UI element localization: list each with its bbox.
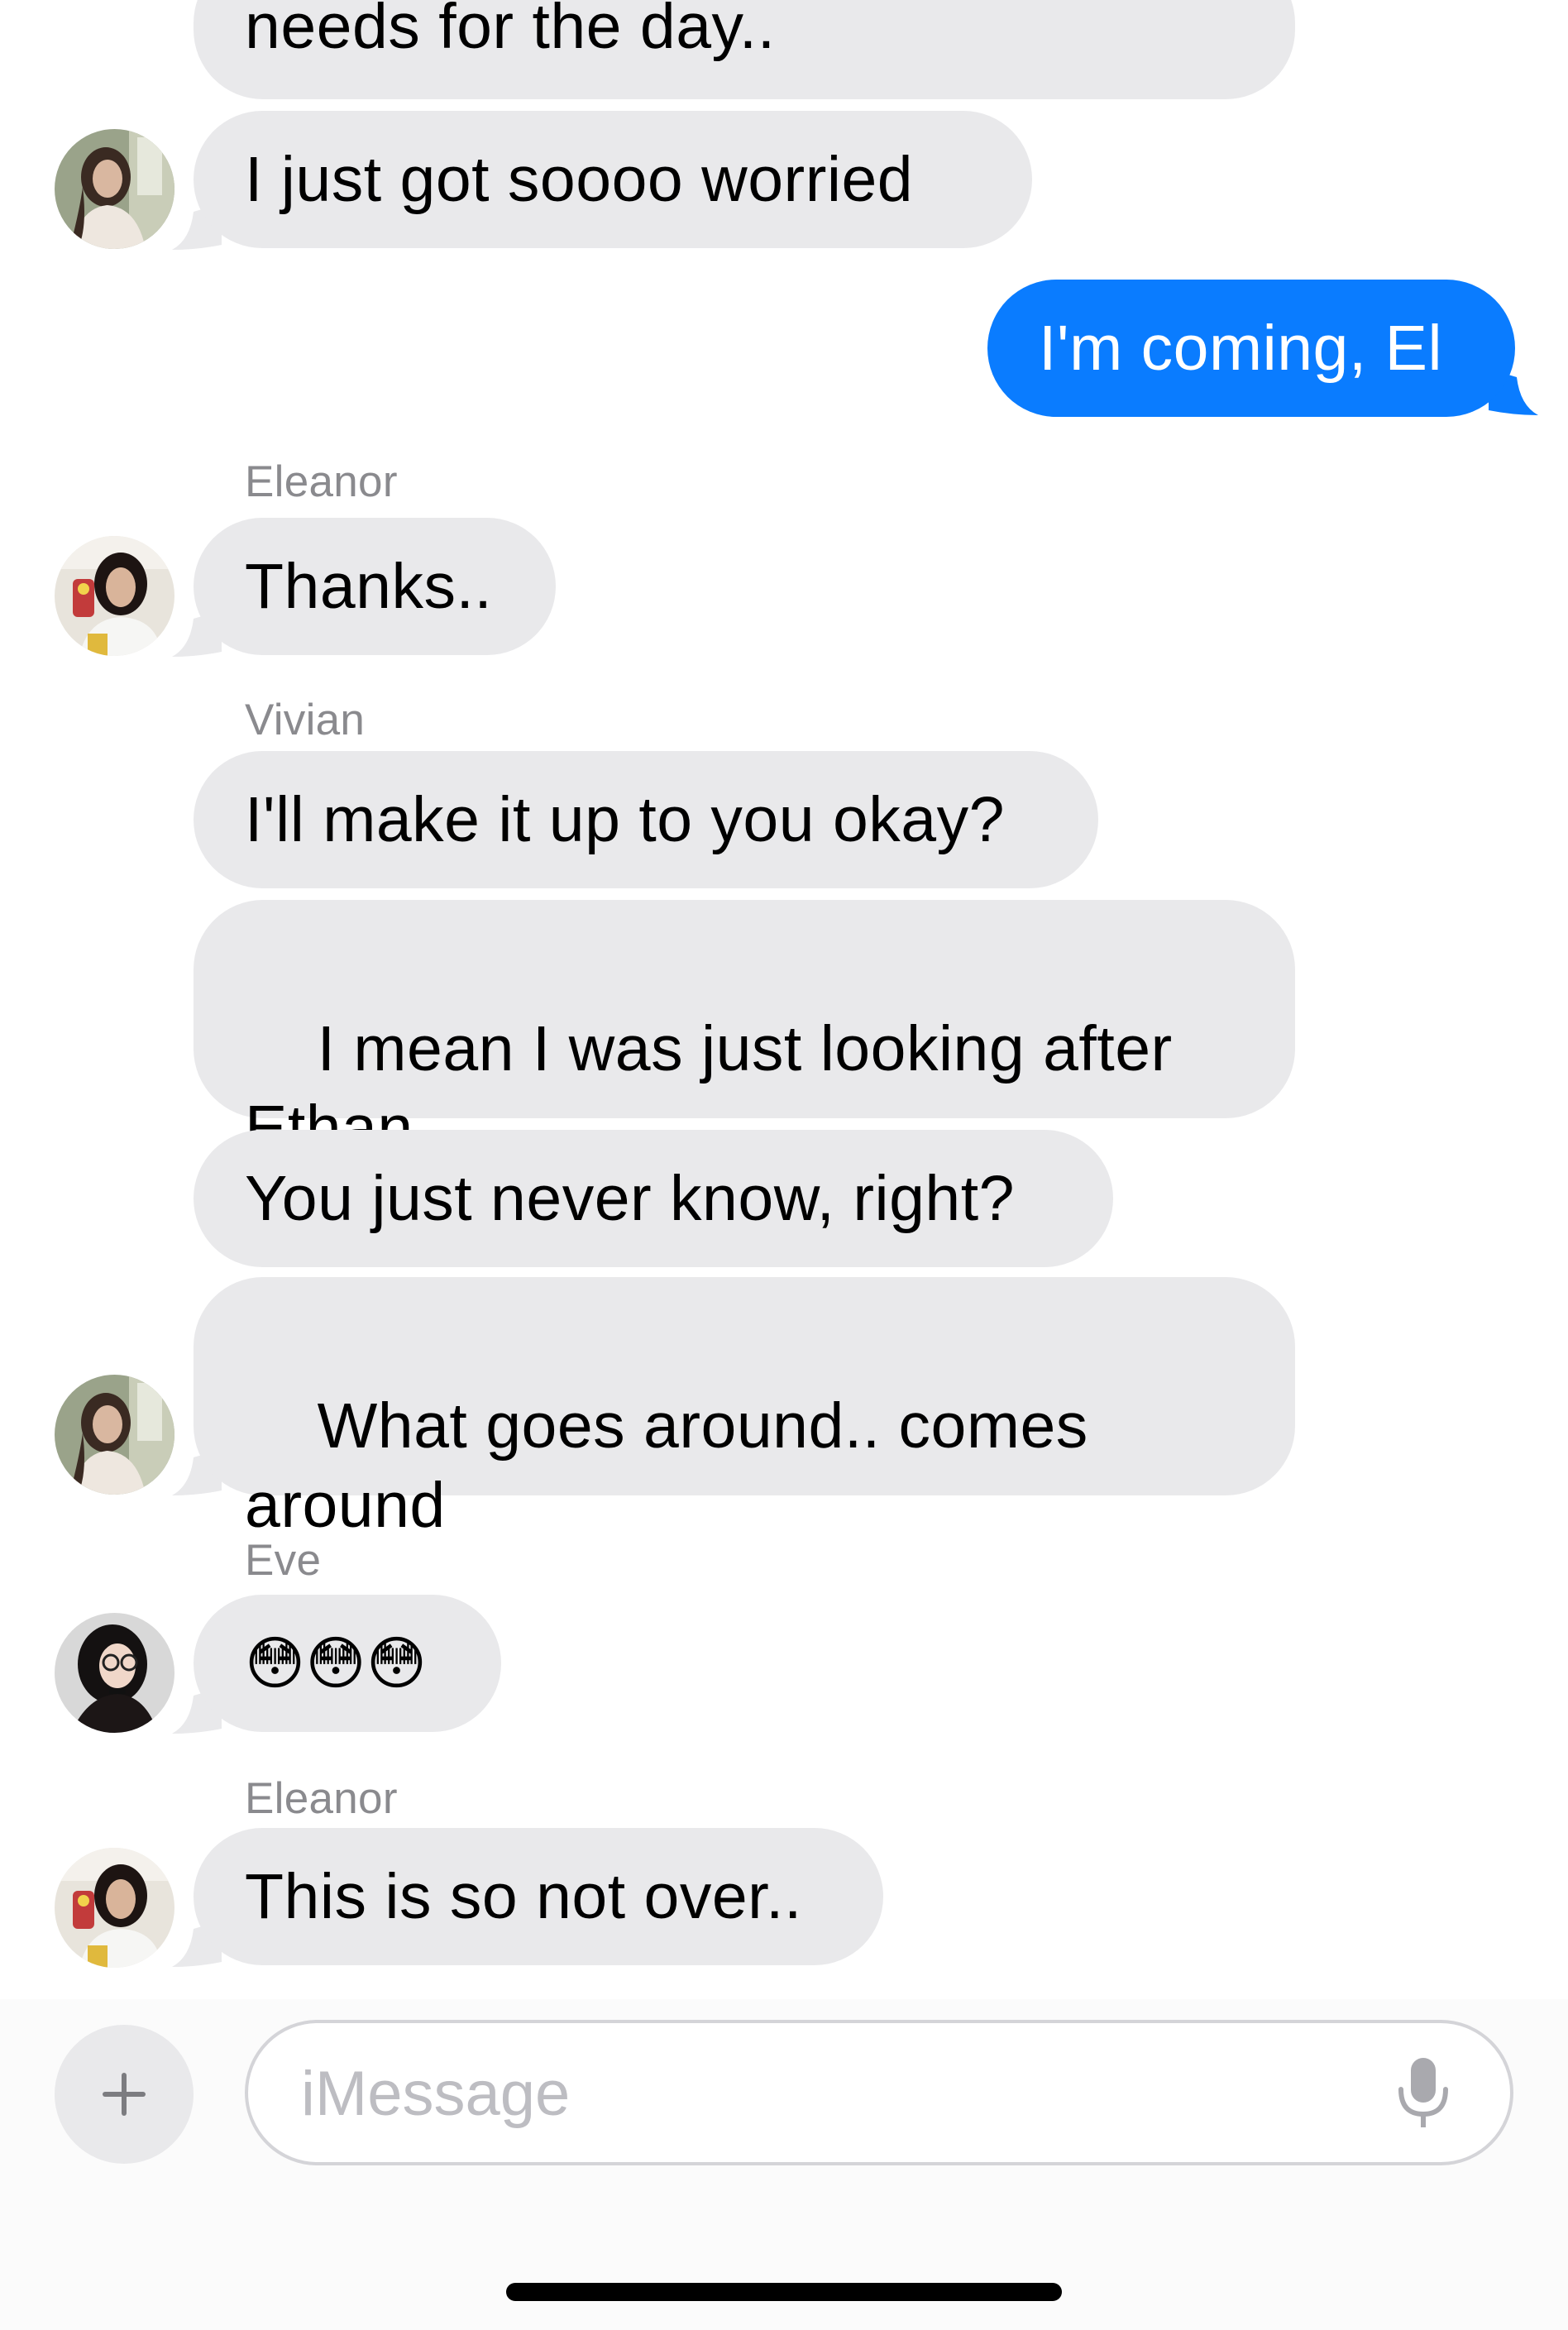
- avatar-vivian[interactable]: [55, 1375, 174, 1495]
- sender-name: Eleanor: [245, 1774, 398, 1823]
- message-bubble-incoming[interactable]: I'll make it up to you okay?: [194, 751, 1098, 888]
- sender-name: Eve: [245, 1536, 322, 1585]
- message-text: You just never know, right?: [245, 1163, 1015, 1234]
- message-bubble-incoming[interactable]: I mean I was just looking after Ethan: [194, 900, 1295, 1164]
- message-bubble-incoming[interactable]: You just never know, right?: [194, 1130, 1113, 1267]
- message-text: I'm coming, El: [1039, 313, 1443, 384]
- sender-name: Eleanor: [245, 457, 398, 506]
- avatar-eve[interactable]: [55, 1613, 174, 1733]
- plus-button[interactable]: [55, 2025, 194, 2164]
- message-bubble-incoming[interactable]: needs for the day..: [194, 0, 1295, 99]
- message-text: What goes around.. comes around: [245, 1390, 1088, 1541]
- sender-name: Vivian: [245, 696, 366, 744]
- message-text: Thanks..: [245, 551, 493, 622]
- message-bubble-incoming[interactable]: What goes around.. comes around: [194, 1277, 1295, 1541]
- message-text: 😳😳😳: [245, 1629, 428, 1697]
- message-bubble-incoming[interactable]: This is so not over..: [194, 1828, 883, 1965]
- message-text: I'll make it up to you okay?: [245, 784, 1005, 855]
- message-bubble-incoming[interactable]: 😳😳😳: [194, 1595, 501, 1732]
- message-text: needs for the day..: [245, 0, 776, 62]
- message-bubble-incoming[interactable]: Thanks..: [194, 518, 556, 655]
- home-indicator[interactable]: [506, 2283, 1062, 2301]
- avatar-vivian[interactable]: [55, 129, 174, 249]
- message-input-field[interactable]: [245, 2020, 1513, 2165]
- message-bubble-outgoing[interactable]: I'm coming, El: [987, 280, 1515, 417]
- messages-screen: needs for the day.. I just got soooo wor…: [0, 0, 1568, 2330]
- message-input[interactable]: [299, 2023, 1295, 2164]
- message-bubble-incoming[interactable]: I just got soooo worried: [194, 111, 1032, 248]
- message-text: This is so not over..: [245, 1861, 802, 1932]
- plus-icon: [103, 2073, 146, 2116]
- avatar-eleanor[interactable]: [55, 1848, 174, 1968]
- avatar-eleanor[interactable]: [55, 536, 174, 656]
- microphone-icon[interactable]: [1394, 2056, 1452, 2131]
- message-text: I just got soooo worried: [245, 144, 914, 215]
